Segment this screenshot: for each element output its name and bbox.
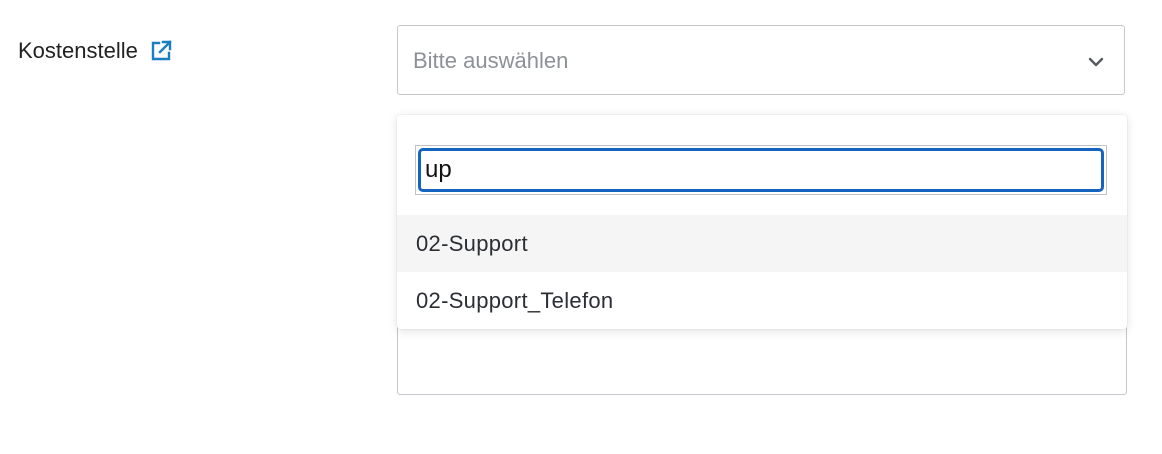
dropdown-panel: 02-Support 02-Support_Telefon — [397, 115, 1127, 329]
select-placeholder: Bitte auswählen — [413, 48, 569, 73]
dropdown-option-support[interactable]: 02-Support — [397, 215, 1127, 272]
cost-center-label-group: Kostenstelle — [18, 38, 174, 64]
dropdown-option-support-telefon[interactable]: 02-Support_Telefon — [397, 272, 1127, 329]
dropdown-search-input[interactable] — [418, 148, 1104, 192]
external-link-icon[interactable] — [148, 38, 174, 64]
chevron-down-icon[interactable] — [1084, 50, 1108, 74]
search-input-wrapper — [415, 145, 1107, 195]
cost-center-label: Kostenstelle — [18, 38, 138, 63]
cost-center-select[interactable]: Bitte auswählen — [397, 25, 1125, 95]
